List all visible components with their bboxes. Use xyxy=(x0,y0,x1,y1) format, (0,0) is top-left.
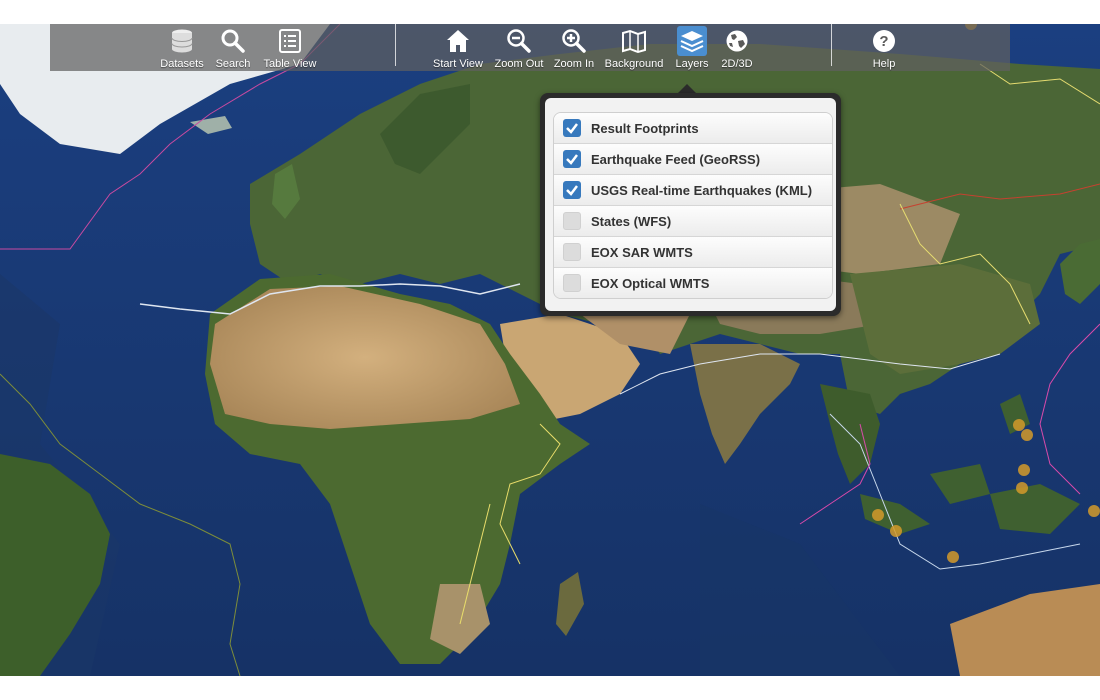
layers-icon xyxy=(677,26,707,56)
layer-checkbox-earthquake-feed[interactable] xyxy=(563,150,581,168)
layer-checkbox-states-wfs[interactable] xyxy=(563,212,581,230)
layer-label: EOX Optical WMTS xyxy=(591,275,710,291)
layers-label: Layers xyxy=(675,58,709,70)
layer-checkbox-eox-sar[interactable] xyxy=(563,243,581,261)
search-button[interactable]: Search xyxy=(212,24,254,71)
map-icon xyxy=(619,26,649,56)
layer-label: EOX SAR WMTS xyxy=(591,244,693,260)
layer-item-eox-optical[interactable]: EOX Optical WMTS xyxy=(554,267,832,298)
layer-label: Earthquake Feed (GeoRSS) xyxy=(591,151,761,167)
layer-checkbox-result-footprints[interactable] xyxy=(563,119,581,137)
table-view-label: Table View xyxy=(263,58,317,70)
zoom-in-icon xyxy=(559,26,589,56)
layer-item-earthquake-feed[interactable]: Earthquake Feed (GeoRSS) xyxy=(554,143,832,174)
table-view-button[interactable]: Table View xyxy=(260,24,320,71)
zoom-in-label: Zoom In xyxy=(553,58,595,70)
start-view-button[interactable]: Start View xyxy=(429,24,487,71)
zoom-out-label: Zoom Out xyxy=(494,58,544,70)
help-label: Help xyxy=(872,58,896,70)
help-button[interactable]: ? Help xyxy=(864,24,904,71)
mode-2d3d-button[interactable]: 2D/3D xyxy=(718,24,756,71)
datasets-label: Datasets xyxy=(160,58,204,70)
database-icon xyxy=(167,26,197,56)
layer-item-usgs-earthquakes[interactable]: USGS Real-time Earthquakes (KML) xyxy=(554,174,832,205)
layer-label: USGS Real-time Earthquakes (KML) xyxy=(591,182,813,198)
zoom-out-icon xyxy=(504,26,534,56)
checkmark-icon xyxy=(566,154,578,165)
checkmark-icon xyxy=(566,185,578,196)
layer-label: Result Footprints xyxy=(591,120,699,136)
search-label: Search xyxy=(215,58,251,70)
svg-text:?: ? xyxy=(879,33,888,50)
start-view-label: Start View xyxy=(433,58,483,70)
zoom-out-button[interactable]: Zoom Out xyxy=(493,24,545,71)
layer-checkbox-eox-optical[interactable] xyxy=(563,274,581,292)
checkmark-icon xyxy=(566,123,578,134)
layer-label: States (WFS) xyxy=(591,213,672,229)
layer-list: Result Footprints Earthquake Feed (GeoRS… xyxy=(553,112,833,299)
layer-item-result-footprints[interactable]: Result Footprints xyxy=(554,113,832,143)
list-icon xyxy=(275,26,305,56)
layer-item-states-wfs[interactable]: States (WFS) xyxy=(554,205,832,236)
toolbar-divider xyxy=(831,24,832,66)
layers-panel: Result Footprints Earthquake Feed (GeoRS… xyxy=(540,93,841,316)
main-toolbar: Datasets Search Table View Start View Zo… xyxy=(50,24,1010,71)
background-label: Background xyxy=(604,58,664,70)
datasets-button[interactable]: Datasets xyxy=(158,24,206,71)
help-icon: ? xyxy=(869,26,899,56)
home-icon xyxy=(443,26,473,56)
toolbar-divider xyxy=(395,24,396,66)
layer-checkbox-usgs-earthquakes[interactable] xyxy=(563,181,581,199)
layer-item-eox-sar[interactable]: EOX SAR WMTS xyxy=(554,236,832,267)
globe-icon xyxy=(722,26,752,56)
layers-panel-body: Result Footprints Earthquake Feed (GeoRS… xyxy=(545,98,836,311)
search-icon xyxy=(218,26,248,56)
layers-button[interactable]: Layers xyxy=(671,24,713,71)
background-button[interactable]: Background xyxy=(602,24,666,71)
zoom-in-button[interactable]: Zoom In xyxy=(550,24,598,71)
mode-2d3d-label: 2D/3D xyxy=(721,58,753,70)
